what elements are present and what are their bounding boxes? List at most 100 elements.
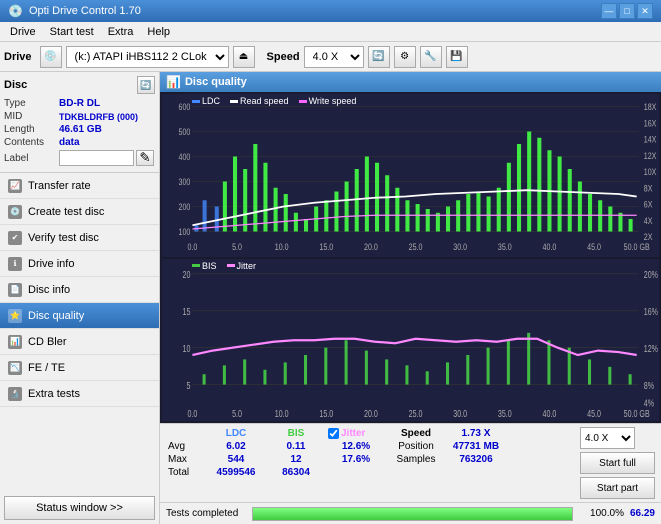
dq-icon: 📊 bbox=[166, 75, 181, 89]
drive-icon-btn[interactable]: 💿 bbox=[40, 46, 62, 68]
svg-text:18X: 18X bbox=[644, 103, 657, 113]
status-bar: Tests completed 100.0% 66.29 bbox=[160, 502, 661, 524]
mid-value: TDKBLDRFB (000) bbox=[59, 112, 138, 122]
menu-help[interactable]: Help bbox=[141, 24, 176, 40]
stats-col-empty bbox=[166, 427, 206, 440]
svg-text:2X: 2X bbox=[644, 233, 653, 243]
status-text: Tests completed bbox=[166, 508, 246, 519]
svg-text:5.0: 5.0 bbox=[232, 407, 242, 419]
svg-text:0.0: 0.0 bbox=[187, 407, 197, 419]
legend-jitter: Jitter bbox=[237, 261, 257, 271]
menu-drive[interactable]: Drive bbox=[4, 24, 42, 40]
chart1-svg: 600 500 400 300 200 100 18X 16X 14X 12X … bbox=[162, 94, 659, 257]
title-bar: 💿 Opti Drive Control 1.70 — □ ✕ bbox=[0, 0, 661, 22]
start-part-button[interactable]: Start part bbox=[580, 477, 655, 499]
stats-row-avg-pos-val: 47731 MB bbox=[446, 440, 506, 453]
legend-bis: BIS bbox=[202, 261, 217, 271]
main-layout: Disc 🔄 Type BD-R DL MID TDKBLDRFB (000) … bbox=[0, 72, 661, 524]
nav-label-disc-quality: Disc quality bbox=[28, 310, 84, 322]
stats-row-avg-label: Avg bbox=[166, 440, 206, 453]
nav-label-verify-test-disc: Verify test disc bbox=[28, 232, 99, 244]
stats-area: LDC BIS Jitter Speed 1.73 X Avg 6.02 bbox=[160, 423, 661, 502]
svg-text:40.0: 40.0 bbox=[543, 407, 557, 419]
create-test-disc-icon: 💿 bbox=[8, 205, 22, 219]
status-extra-value: 66.29 bbox=[630, 508, 655, 519]
speed-label: Speed bbox=[267, 51, 300, 63]
sidebar-item-transfer-rate[interactable]: 📈 Transfer rate bbox=[0, 173, 159, 199]
progress-percentage: 100.0% bbox=[579, 508, 624, 519]
svg-text:35.0: 35.0 bbox=[498, 407, 512, 419]
nav-label-drive-info: Drive info bbox=[28, 258, 74, 270]
svg-text:50.0 GB: 50.0 GB bbox=[624, 407, 650, 419]
svg-text:10X: 10X bbox=[644, 168, 657, 178]
drive-select[interactable]: (k:) ATAPI iHBS112 2 CLok bbox=[66, 46, 229, 68]
svg-text:16%: 16% bbox=[644, 305, 658, 317]
nav-label-extra-tests: Extra tests bbox=[28, 388, 80, 400]
label-edit-btn[interactable]: ✎ bbox=[136, 150, 154, 166]
sidebar-item-create-test-disc[interactable]: 💿 Create test disc bbox=[0, 199, 159, 225]
label-label: Label bbox=[4, 153, 59, 164]
fe-te-icon: 📉 bbox=[8, 361, 22, 375]
svg-text:0.0: 0.0 bbox=[187, 243, 197, 253]
stats-row-total-ldc: 4599546 bbox=[206, 466, 266, 479]
menu-extra[interactable]: Extra bbox=[102, 24, 140, 40]
speed-select-stats[interactable]: 4.0 X bbox=[580, 427, 635, 449]
stats-row-avg-pos-label: Position bbox=[386, 440, 446, 453]
menu-start-test[interactable]: Start test bbox=[44, 24, 100, 40]
toolbar: Drive 💿 (k:) ATAPI iHBS112 2 CLok ⏏ Spee… bbox=[0, 42, 661, 72]
eject-button[interactable]: ⏏ bbox=[233, 46, 255, 68]
progress-bar bbox=[252, 507, 573, 521]
svg-text:400: 400 bbox=[179, 153, 191, 163]
maximize-button[interactable]: □ bbox=[619, 3, 635, 19]
extra-tests-icon: 🔬 bbox=[8, 387, 22, 401]
refresh-button[interactable]: 🔄 bbox=[368, 46, 390, 68]
contents-value: data bbox=[59, 137, 80, 148]
svg-text:20.0: 20.0 bbox=[364, 243, 378, 253]
minimize-button[interactable]: — bbox=[601, 3, 617, 19]
stats-col-speed: Speed bbox=[386, 427, 446, 440]
window-controls: — □ ✕ bbox=[601, 3, 653, 19]
settings-button2[interactable]: 🔧 bbox=[420, 46, 442, 68]
svg-text:600: 600 bbox=[179, 103, 191, 113]
svg-text:5.0: 5.0 bbox=[232, 243, 242, 253]
save-button[interactable]: 💾 bbox=[446, 46, 468, 68]
sidebar-item-cd-bler[interactable]: 📊 CD Bler bbox=[0, 329, 159, 355]
svg-text:10: 10 bbox=[183, 342, 191, 354]
dq-title: Disc quality bbox=[185, 76, 247, 88]
disc-quality-icon: ⭐ bbox=[8, 309, 22, 323]
nav-label-transfer-rate: Transfer rate bbox=[28, 180, 91, 192]
disc-refresh-btn[interactable]: 🔄 bbox=[137, 76, 155, 94]
svg-text:15.0: 15.0 bbox=[319, 243, 333, 253]
sidebar-item-disc-quality[interactable]: ⭐ Disc quality bbox=[0, 303, 159, 329]
disc-quality-header: 📊 Disc quality bbox=[160, 72, 661, 92]
nav-label-cd-bler: CD Bler bbox=[28, 336, 67, 348]
stats-table: LDC BIS Jitter Speed 1.73 X Avg 6.02 bbox=[166, 427, 570, 479]
stats-col-bis: BIS bbox=[266, 427, 326, 440]
sidebar-item-verify-test-disc[interactable]: ✔ Verify test disc bbox=[0, 225, 159, 251]
stats-row-total-label: Total bbox=[166, 466, 206, 479]
sidebar-item-drive-info[interactable]: ℹ Drive info bbox=[0, 251, 159, 277]
stats-speed-display: 1.73 X bbox=[446, 427, 506, 440]
speed-select-toolbar[interactable]: 4.0 X bbox=[304, 46, 364, 68]
svg-text:35.0: 35.0 bbox=[498, 243, 512, 253]
svg-text:20.0: 20.0 bbox=[364, 407, 378, 419]
label-input[interactable] bbox=[59, 150, 134, 166]
svg-text:25.0: 25.0 bbox=[409, 243, 423, 253]
svg-text:20%: 20% bbox=[644, 268, 658, 280]
stats-row-total-empty2 bbox=[446, 466, 506, 479]
status-window-button[interactable]: Status window >> bbox=[4, 496, 155, 520]
start-full-button[interactable]: Start full bbox=[580, 452, 655, 474]
sidebar-item-disc-info[interactable]: 📄 Disc info bbox=[0, 277, 159, 303]
sidebar-item-fe-te[interactable]: 📉 FE / TE bbox=[0, 355, 159, 381]
sidebar: Disc 🔄 Type BD-R DL MID TDKBLDRFB (000) … bbox=[0, 72, 160, 524]
svg-text:16X: 16X bbox=[644, 119, 657, 129]
settings-button1[interactable]: ⚙ bbox=[394, 46, 416, 68]
svg-text:6X: 6X bbox=[644, 200, 653, 210]
svg-text:10.0: 10.0 bbox=[275, 407, 289, 419]
stats-col-ldc: LDC bbox=[206, 427, 266, 440]
close-button[interactable]: ✕ bbox=[637, 3, 653, 19]
svg-text:15: 15 bbox=[183, 305, 191, 317]
jitter-checkbox[interactable] bbox=[328, 428, 339, 439]
chart-ldc: LDC Read speed Write speed bbox=[162, 94, 659, 257]
sidebar-item-extra-tests[interactable]: 🔬 Extra tests bbox=[0, 381, 159, 407]
